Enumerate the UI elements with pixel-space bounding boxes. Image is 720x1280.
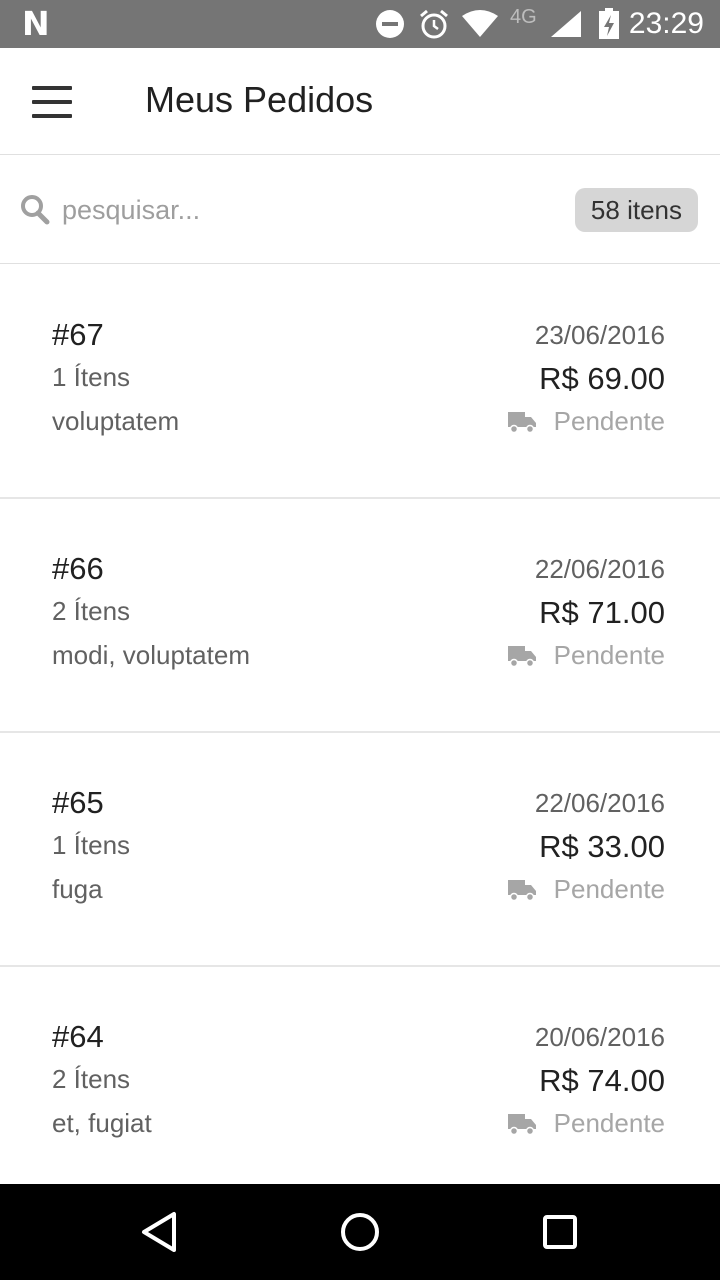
order-number: #65 bbox=[52, 785, 104, 820]
truck-icon bbox=[508, 646, 536, 667]
order-description: modi, voluptatem bbox=[52, 640, 250, 670]
order-status: Pendente bbox=[553, 1108, 665, 1138]
order-row[interactable]: #67 1 Ítens voluptatem 23/06/2016 R$ 69.… bbox=[0, 265, 720, 499]
order-date: 23/06/2016 bbox=[534, 320, 665, 350]
do-not-disturb-icon bbox=[376, 10, 404, 38]
search-icon bbox=[21, 195, 50, 225]
app-bar: Meus Pedidos bbox=[0, 48, 720, 155]
order-status: Pendente bbox=[553, 874, 665, 904]
alarm-icon bbox=[420, 9, 448, 39]
order-status: Pendente bbox=[553, 640, 665, 670]
hamburger-menu-icon[interactable] bbox=[20, 78, 84, 126]
truck-icon bbox=[508, 1114, 536, 1135]
order-item-count: 2 Ítens bbox=[52, 596, 131, 626]
page-title: Meus Pedidos bbox=[145, 79, 374, 120]
back-triangle-icon[interactable] bbox=[136, 1208, 184, 1256]
order-number: #66 bbox=[52, 551, 104, 586]
order-item-count: 2 Ítens bbox=[52, 1064, 131, 1094]
truck-icon bbox=[508, 880, 536, 901]
order-description: fuga bbox=[52, 874, 103, 904]
order-item-count: 1 Ítens bbox=[52, 362, 131, 392]
signal-icon bbox=[551, 11, 581, 37]
status-bar: N 4G 23:29 bbox=[0, 0, 720, 48]
network-type-label: 4G bbox=[510, 6, 537, 28]
recents-square-icon[interactable] bbox=[536, 1208, 584, 1256]
order-item-count: 1 Ítens bbox=[52, 830, 131, 860]
order-description: voluptatem bbox=[52, 406, 180, 436]
order-price: R$ 74.00 bbox=[539, 1063, 665, 1098]
order-price: R$ 69.00 bbox=[539, 361, 665, 396]
order-row[interactable]: #66 2 Ítens modi, voluptatem 22/06/2016 … bbox=[0, 499, 720, 733]
order-row[interactable]: #64 2 Ítens et, fugiat 20/06/2016 R$ 74.… bbox=[0, 967, 720, 1201]
order-date: 20/06/2016 bbox=[534, 1022, 665, 1052]
item-count-badge: 58 itens bbox=[574, 188, 698, 232]
orders-list: #67 1 Ítens voluptatem 23/06/2016 R$ 69.… bbox=[0, 265, 720, 1201]
search-bar: 58 itens bbox=[0, 156, 720, 264]
order-number: #67 bbox=[52, 317, 104, 352]
order-date: 22/06/2016 bbox=[534, 788, 665, 818]
order-status: Pendente bbox=[553, 406, 665, 436]
order-number: #64 bbox=[52, 1019, 104, 1054]
order-price: R$ 71.00 bbox=[539, 595, 665, 630]
order-price: R$ 33.00 bbox=[539, 829, 665, 864]
wifi-icon bbox=[462, 10, 498, 37]
order-row[interactable]: #65 1 Ítens fuga 22/06/2016 R$ 33.00 Pen… bbox=[0, 733, 720, 967]
system-nav-bar bbox=[0, 1184, 720, 1280]
home-circle-icon[interactable] bbox=[336, 1208, 384, 1256]
search-input[interactable] bbox=[62, 184, 542, 236]
notification-app-icon: N bbox=[22, 4, 50, 43]
order-date: 22/06/2016 bbox=[534, 554, 665, 584]
battery-charging-icon bbox=[599, 8, 619, 39]
clock-time: 23:29 bbox=[628, 7, 704, 40]
truck-icon bbox=[508, 412, 536, 433]
order-description: et, fugiat bbox=[52, 1108, 152, 1138]
